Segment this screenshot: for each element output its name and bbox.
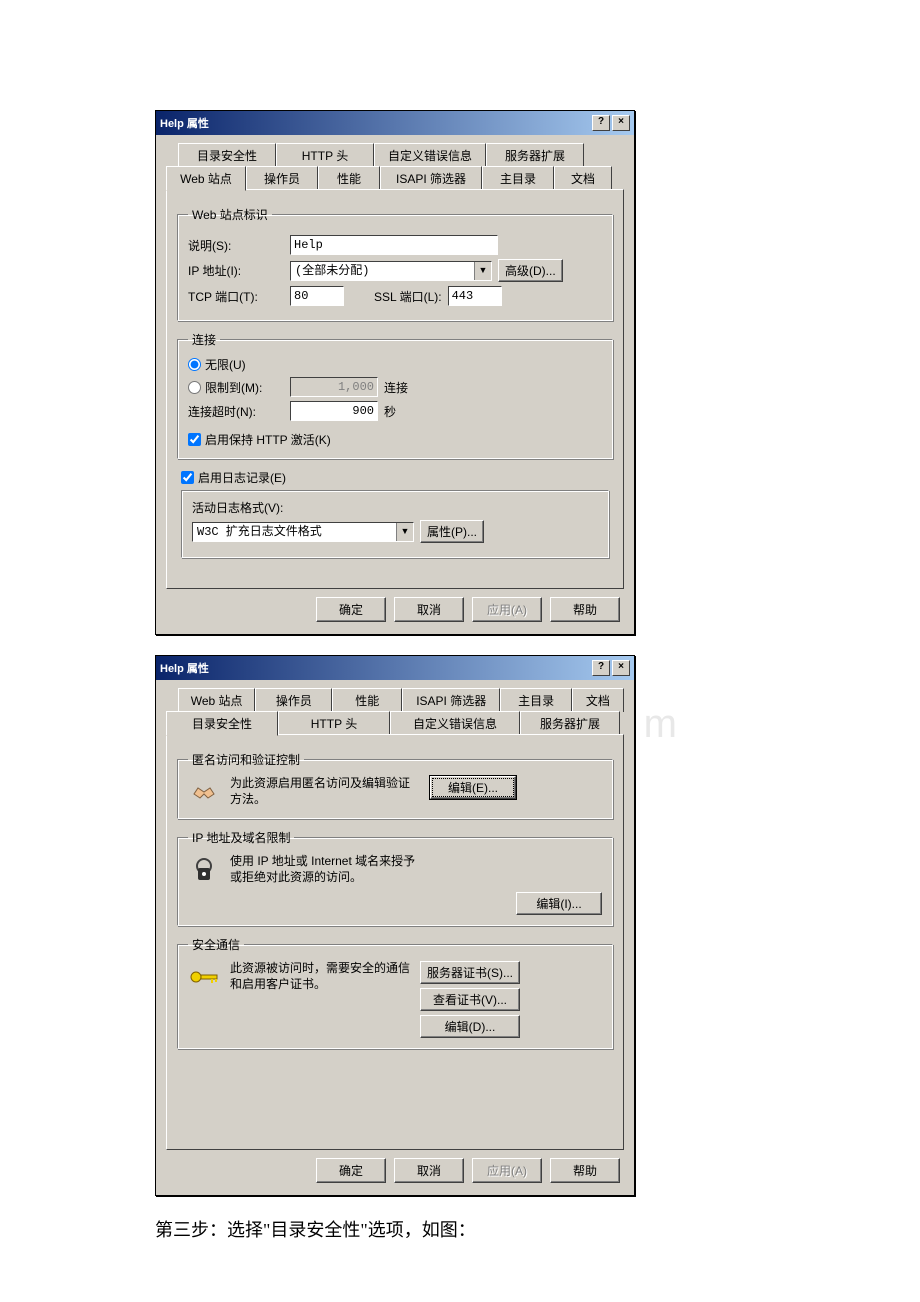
tab-性能[interactable]: 性能: [332, 688, 402, 712]
label-timeout: 连接超时(N):: [188, 403, 284, 420]
tab-主目录[interactable]: 主目录: [500, 688, 571, 712]
tab-ISAPI 筛选器[interactable]: ISAPI 筛选器: [402, 688, 500, 712]
properties-dialog-2: Help 属性 ? × m Web 站点操作员性能ISAPI 筛选器主目录文档 …: [155, 655, 635, 1196]
combo-text: W3C 扩充日志文件格式: [193, 523, 396, 541]
group-legend: 匿名访问和验证控制: [188, 751, 304, 768]
group-logging: 启用日志记录(E) 活动日志格式(V): W3C 扩充日志文件格式 ▼ 属性(P…: [177, 469, 613, 568]
dialog-buttons: 确定 取消 应用(A) 帮助: [166, 589, 624, 624]
tab-panel-website: Web 站点标识 说明(S): IP 地址(I): (全部未分配) ▼ 高级(D…: [166, 189, 624, 589]
help-icon[interactable]: ?: [592, 115, 610, 131]
tab-目录安全性[interactable]: 目录安全性: [178, 143, 276, 167]
titlebar[interactable]: Help 属性 ? ×: [156, 656, 634, 680]
tab-strip: 目录安全性HTTP 头自定义错误信息服务器扩展 Web 站点操作员性能ISAPI…: [166, 143, 624, 190]
limit-input: [290, 377, 378, 397]
tab-自定义错误信息[interactable]: 自定义错误信息: [374, 143, 486, 167]
apply-button[interactable]: 应用(A): [472, 1158, 542, 1183]
group-legend: 连接: [188, 331, 220, 348]
group-legend: Web 站点标识: [188, 206, 272, 223]
description-input[interactable]: [290, 235, 498, 255]
label-description: 说明(S):: [188, 237, 284, 254]
label-unit: 秒: [384, 403, 396, 420]
group-text: 此资源被访问时，需要安全的通信和启用客户证书。: [230, 961, 410, 992]
tab-文档[interactable]: 文档: [554, 166, 612, 190]
tab-操作员[interactable]: 操作员: [255, 688, 332, 712]
combo-text: (全部未分配): [291, 262, 474, 280]
log-format-combo[interactable]: W3C 扩充日志文件格式 ▼: [192, 522, 414, 542]
ok-button[interactable]: 确定: [316, 597, 386, 622]
group-legend: IP 地址及域名限制: [188, 829, 294, 846]
group-legend: 安全通信: [188, 936, 244, 953]
tab-主目录[interactable]: 主目录: [482, 166, 554, 190]
chevron-down-icon[interactable]: ▼: [474, 262, 491, 280]
watermark: m: [644, 702, 679, 747]
ip-address-combo[interactable]: (全部未分配) ▼: [290, 261, 492, 281]
help-icon[interactable]: ?: [592, 660, 610, 676]
tab-目录安全性[interactable]: 目录安全性: [166, 711, 278, 736]
chevron-down-icon[interactable]: ▼: [396, 523, 413, 541]
lock-icon: [188, 854, 220, 886]
tab-Web 站点[interactable]: Web 站点: [178, 688, 255, 712]
radio-unlimited[interactable]: 无限(U): [188, 356, 602, 373]
tab-服务器扩展[interactable]: 服务器扩展: [486, 143, 584, 167]
advanced-button[interactable]: 高级(D)...: [498, 259, 563, 282]
tab-Web 站点[interactable]: Web 站点: [166, 166, 246, 191]
log-properties-button[interactable]: 属性(P)...: [420, 520, 484, 543]
dialog-title: Help 属性: [160, 660, 590, 676]
tab-HTTP 头[interactable]: HTTP 头: [278, 711, 390, 735]
tcp-port-input[interactable]: [290, 286, 344, 306]
group-site-id: Web 站点标识 说明(S): IP 地址(I): (全部未分配) ▼ 高级(D…: [177, 206, 613, 321]
help-button[interactable]: 帮助: [550, 1158, 620, 1183]
tab-自定义错误信息[interactable]: 自定义错误信息: [390, 711, 520, 735]
tab-HTTP 头[interactable]: HTTP 头: [276, 143, 374, 167]
edit-ip-button[interactable]: 编辑(I)...: [516, 892, 602, 915]
group-text: 为此资源启用匿名访问及编辑验证方法。: [230, 776, 420, 807]
label-unit: 连接: [384, 379, 408, 396]
titlebar[interactable]: Help 属性 ? ×: [156, 111, 634, 135]
label-tcp-port: TCP 端口(T):: [188, 288, 284, 305]
label-ssl-port: SSL 端口(L):: [374, 288, 442, 305]
radio-limit-to[interactable]: 限制到(M):: [188, 379, 284, 396]
tab-文档[interactable]: 文档: [572, 688, 624, 712]
properties-dialog-1: Help 属性 ? × 目录安全性HTTP 头自定义错误信息服务器扩展 Web …: [155, 110, 635, 635]
help-button[interactable]: 帮助: [550, 597, 620, 622]
key-icon: [188, 961, 220, 993]
close-icon[interactable]: ×: [612, 115, 630, 131]
checkbox-enable-log[interactable]: 启用日志记录(E): [181, 469, 609, 486]
group-anon-access: 匿名访问和验证控制 为此资源启用匿名访问及编辑验证方法。 编辑(E)...: [177, 751, 613, 819]
tab-ISAPI 筛选器[interactable]: ISAPI 筛选器: [380, 166, 482, 190]
tab-panel-dir-security: 匿名访问和验证控制 为此资源启用匿名访问及编辑验证方法。 编辑(E)... IP…: [166, 734, 624, 1150]
ssl-port-input[interactable]: [448, 286, 502, 306]
tab-操作员[interactable]: 操作员: [246, 166, 318, 190]
label-ip: IP 地址(I):: [188, 262, 284, 279]
step-caption: 第三步：选择"目录安全性"选项，如图：: [155, 1216, 920, 1242]
group-ip-restrict: IP 地址及域名限制 使用 IP 地址或 Internet 域名来授予或拒绝对此…: [177, 829, 613, 926]
tab-服务器扩展[interactable]: 服务器扩展: [520, 711, 620, 735]
handshake-icon: [188, 776, 220, 808]
group-connection: 连接 无限(U) 限制到(M): 连接 连接超时(N): 秒: [177, 331, 613, 459]
tab-strip: Web 站点操作员性能ISAPI 筛选器主目录文档 目录安全性HTTP 头自定义…: [166, 688, 624, 735]
edit-secure-button[interactable]: 编辑(D)...: [420, 1015, 520, 1038]
cancel-button[interactable]: 取消: [394, 597, 464, 622]
tab-性能[interactable]: 性能: [318, 166, 380, 190]
apply-button[interactable]: 应用(A): [472, 597, 542, 622]
server-cert-button[interactable]: 服务器证书(S)...: [420, 961, 520, 984]
cancel-button[interactable]: 取消: [394, 1158, 464, 1183]
group-text: 使用 IP 地址或 Internet 域名来授予或拒绝对此资源的访问。: [230, 854, 420, 885]
edit-auth-button[interactable]: 编辑(E)...: [430, 776, 516, 799]
close-icon[interactable]: ×: [612, 660, 630, 676]
timeout-input[interactable]: [290, 401, 378, 421]
ok-button[interactable]: 确定: [316, 1158, 386, 1183]
checkbox-keepalive[interactable]: 启用保持 HTTP 激活(K): [188, 431, 602, 448]
view-cert-button[interactable]: 查看证书(V)...: [420, 988, 520, 1011]
group-secure-comm: 安全通信 此资源被访问时，需要安全的通信和启用客户证书。 服务器证书(S)...…: [177, 936, 613, 1049]
dialog-title: Help 属性: [160, 115, 590, 131]
dialog-buttons: 确定 取消 应用(A) 帮助: [166, 1150, 624, 1185]
label-log-format: 活动日志格式(V):: [192, 499, 598, 516]
